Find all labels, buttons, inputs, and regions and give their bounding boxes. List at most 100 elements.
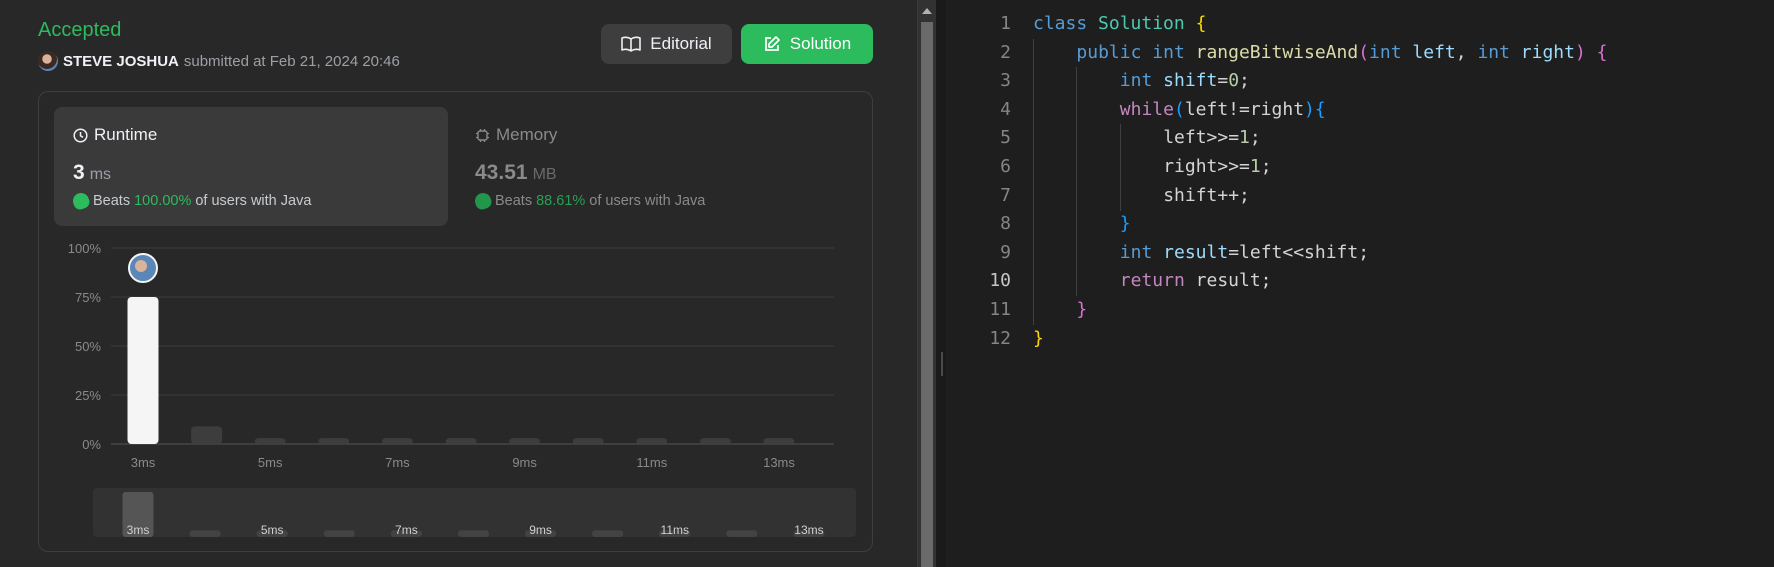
code-token: result;: [1184, 270, 1272, 292]
code-token: ): [1304, 98, 1315, 120]
chart-bar: [445, 438, 477, 444]
code-token: class: [1033, 13, 1088, 34]
code-token: (: [1173, 98, 1185, 120]
code-line[interactable]: 4 while(left!=right){: [946, 95, 1774, 125]
code-text: return result;: [1120, 267, 1272, 295]
minimap-x-label: 7ms: [395, 523, 418, 537]
code-line[interactable]: 1 class Solution {: [946, 10, 1774, 38]
line-number: 11: [989, 299, 1011, 320]
code-text: }: [1033, 325, 1044, 353]
code-token: int: [1369, 41, 1402, 63]
y-tick-label: 75%: [75, 290, 101, 305]
indent-guide: [1119, 181, 1121, 211]
indent-guide: [1076, 267, 1078, 297]
code-line[interactable]: 7 shift++;: [946, 181, 1774, 211]
minimap-bar: [592, 530, 624, 537]
indent-guide: [1033, 124, 1034, 154]
minimap-x-label: 9ms: [529, 523, 552, 537]
code-line[interactable]: 2 public int rangeBitwiseAnd(int left, in…: [946, 38, 1774, 68]
indent-guide: [1076, 67, 1078, 97]
line-number: 6: [1000, 156, 1011, 177]
code-token: right: [1520, 41, 1575, 63]
code-text: int shift=0;: [1120, 67, 1250, 95]
editorial-button[interactable]: Editorial: [601, 24, 732, 64]
code-line[interactable]: 10 return result;: [946, 267, 1774, 297]
code-text: shift++;: [1163, 182, 1250, 210]
code-line[interactable]: 8}: [946, 210, 1774, 240]
code-token: =: [1217, 70, 1229, 92]
line-number: 5: [1000, 127, 1011, 149]
code-line[interactable]: 6 right>>=1;: [946, 153, 1774, 182]
x-tick-label: 7ms: [385, 455, 410, 470]
code-token: ;: [1239, 70, 1250, 92]
code-line[interactable]: 11}: [946, 296, 1774, 325]
user-name[interactable]: STEVE JOSHUA: [63, 53, 179, 70]
resize-grip-icon[interactable]: [941, 352, 943, 376]
y-tick-label: 0%: [82, 437, 101, 452]
x-tick-label: 5ms: [258, 455, 283, 470]
code-text: }: [1120, 210, 1131, 238]
code-text: left>>=1;: [1163, 124, 1261, 152]
submission-panel: Accepted STEVE JOSHUA submitted at Feb 2…: [0, 0, 918, 567]
line-number: 10: [989, 270, 1011, 292]
code-editor[interactable]: 1 class Solution {2 public int rangeBitwis…: [946, 0, 1774, 567]
line-number: 12: [989, 327, 1011, 349]
code-token: int: [1477, 41, 1510, 63]
panel-scrollbar[interactable]: [918, 0, 936, 567]
solution-label: Solution: [789, 34, 852, 53]
code-token: {: [1195, 13, 1207, 34]
minimap-bar: [189, 530, 221, 537]
code-text: int result=left<<shift;: [1120, 239, 1369, 267]
y-tick-label: 25%: [75, 388, 101, 403]
code-token: 1: [1239, 127, 1250, 149]
chart-bar: [509, 438, 541, 444]
indent-guide: [1076, 210, 1078, 240]
x-tick-label: 9ms: [512, 455, 537, 470]
indent-guide: [1033, 181, 1034, 211]
indent-guide: [1033, 67, 1034, 97]
panel-resize-divider[interactable]: [936, 0, 946, 567]
indent-guide: [1033, 267, 1034, 297]
minimap-bar: [457, 530, 489, 537]
minimap-x-label: 11ms: [661, 523, 689, 537]
line-number: 9: [1000, 241, 1011, 263]
x-tick-label: 13ms: [763, 455, 795, 470]
scroll-up-arrow-icon[interactable]: [922, 8, 932, 14]
code-line[interactable]: 3 int shift=0;: [946, 67, 1774, 97]
line-number: 7: [1000, 184, 1011, 206]
code-token: }: [1076, 299, 1088, 320]
line-number: 4: [1000, 98, 1011, 120]
chart-minimap[interactable]: [93, 488, 856, 537]
user-avatar[interactable]: [38, 51, 58, 71]
line-number: 8: [1000, 213, 1011, 235]
runtime-distribution-chart: 100% 75% 50% 25% 0% 3ms 5ms 7ms 9ms 11ms 13ms 3ms 5m…: [68, 241, 856, 537]
code-token: int: [1119, 241, 1153, 263]
code-token: ;: [1249, 127, 1261, 149]
avatar-face-icon: [135, 260, 147, 272]
submission-status: Accepted: [38, 19, 122, 41]
indent-guide: [1076, 153, 1078, 182]
code-line[interactable]: 9 int result=left<<shift;: [946, 238, 1774, 268]
code-line[interactable]: 12}: [946, 325, 1774, 353]
scrollbar-thumb[interactable]: [921, 22, 933, 567]
line-number: 2: [1000, 41, 1011, 63]
code-token: while: [1119, 98, 1174, 120]
code-token: ): [1574, 41, 1586, 63]
code-line[interactable]: 5 left>>=1;: [946, 124, 1774, 154]
indent-guide: [1076, 238, 1078, 268]
solution-button[interactable]: Solution: [741, 24, 873, 64]
code-token: {: [1596, 41, 1608, 63]
code-token: 0: [1228, 70, 1240, 92]
minimap-bar: [726, 530, 758, 537]
indent-guide: [1033, 38, 1034, 68]
indent-guide: [1033, 95, 1034, 125]
minimap-x-label: 5ms: [261, 523, 284, 537]
code-token: }: [1033, 327, 1044, 349]
indent-guide: [1076, 181, 1078, 211]
